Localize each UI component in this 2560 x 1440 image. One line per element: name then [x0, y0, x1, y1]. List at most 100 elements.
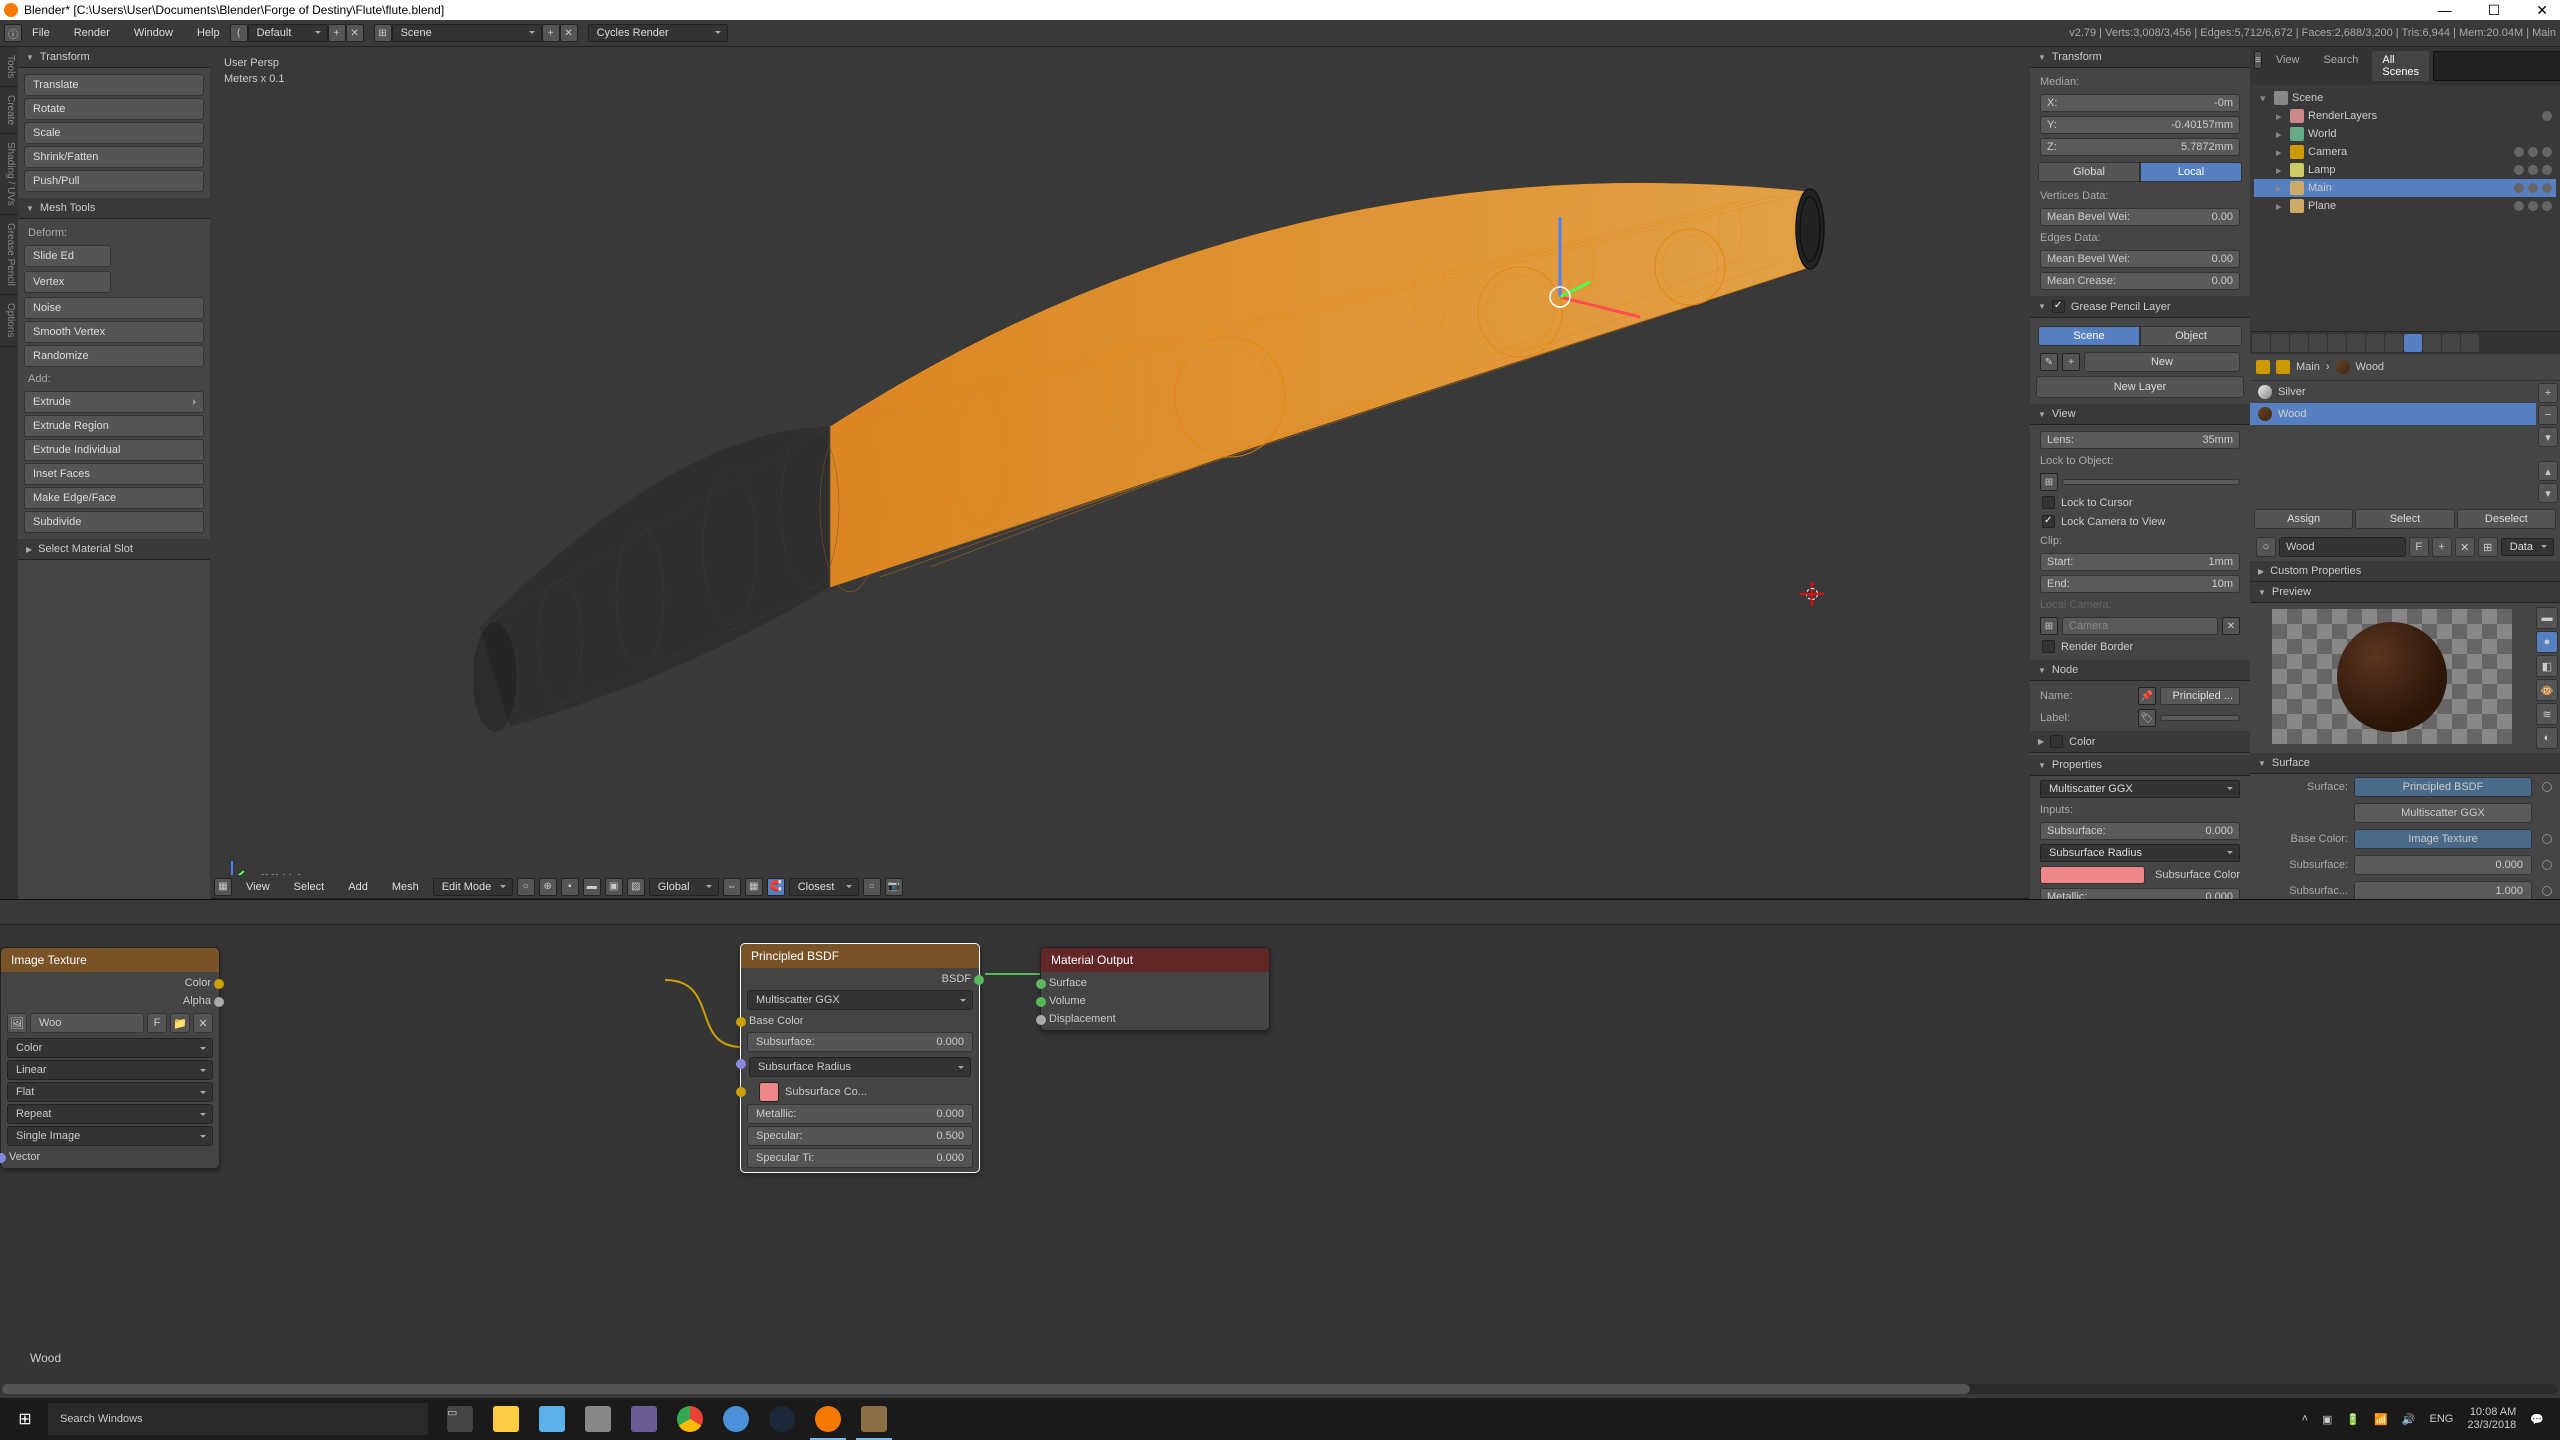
alpha-output-socket[interactable] [214, 997, 224, 1007]
tab-tools[interactable]: Tools [0, 47, 18, 87]
deselect-button[interactable]: Deselect [2457, 509, 2556, 529]
menu-help[interactable]: Help [187, 23, 230, 43]
tab-create[interactable]: Create [0, 87, 18, 134]
surface-input-socket[interactable] [1036, 979, 1046, 989]
outliner-item-renderlayers[interactable]: ▸RenderLayers [2254, 107, 2556, 125]
menu-file[interactable]: File [22, 23, 60, 43]
camera-clear-icon[interactable]: ✕ [2222, 617, 2240, 635]
vector-input-socket[interactable] [0, 1153, 6, 1163]
app2-icon[interactable] [714, 1398, 758, 1440]
layout-dropdown[interactable]: Default [248, 24, 328, 42]
push-pull-button[interactable]: Push/Pull [24, 170, 204, 192]
source-dropdown[interactable]: Single Image [7, 1126, 213, 1146]
cursor-toggle-icon[interactable] [2528, 201, 2538, 211]
outliner-type-icon[interactable]: ≡ [2254, 51, 2262, 69]
principled-ggx-dropdown[interactable]: Multiscatter GGX [747, 990, 973, 1010]
subsurface-socket-icon[interactable] [2542, 860, 2552, 870]
translate-button[interactable]: Translate [24, 74, 204, 96]
steam-icon[interactable] [760, 1398, 804, 1440]
slot-move-up-button[interactable]: ▴ [2538, 461, 2558, 481]
prop-tab-modifiers[interactable] [2366, 334, 2384, 352]
vp-menu-view[interactable]: View [236, 877, 280, 897]
snap-element-dropdown[interactable]: Closest [789, 878, 859, 896]
subrad-socket-icon[interactable] [2542, 886, 2552, 896]
vp-menu-add[interactable]: Add [338, 877, 378, 897]
noise-button[interactable]: Noise [24, 297, 204, 319]
outliner-item-scene[interactable]: ▾Scene [2254, 89, 2556, 107]
clip-end-field[interactable]: End:10m [2040, 575, 2240, 593]
color-output-socket[interactable] [214, 979, 224, 989]
extrude-button[interactable]: Extrude [24, 391, 204, 413]
mean-crease-field[interactable]: Mean Crease:0.00 [2040, 272, 2240, 290]
manipulator-toggle-icon[interactable]: ⇔ [723, 878, 741, 896]
node-editor[interactable]: Image Texture Color Alpha 🖼 Woo F 📁 ✕ Co… [0, 899, 2560, 1420]
slot-specials-button[interactable]: ▾ [2538, 427, 2558, 447]
mesh-tools-panel-header[interactable]: Mesh Tools [18, 198, 210, 219]
camera-field[interactable]: Camera [2062, 617, 2218, 635]
shading-mode-icon[interactable]: ○ [517, 878, 535, 896]
snap-toggle-icon[interactable]: 🧲 [767, 878, 785, 896]
extrude-region-button[interactable]: Extrude Region [24, 415, 204, 437]
cursor-toggle-icon[interactable] [2528, 147, 2538, 157]
node-metallic-field[interactable]: Metallic:0.000 [2040, 888, 2240, 899]
outliner-search-input[interactable] [2433, 51, 2560, 81]
shrink-fatten-button[interactable]: Shrink/Fatten [24, 146, 204, 168]
tray-up-icon[interactable]: ˄ [2302, 1413, 2308, 1425]
preview-header[interactable]: Preview [2250, 582, 2560, 603]
orientation-dropdown[interactable]: Global [649, 878, 719, 896]
node-label-icon[interactable]: 🏷 [2138, 709, 2156, 727]
vertex-button[interactable]: Vertex [24, 271, 111, 293]
menu-render[interactable]: Render [64, 23, 120, 43]
cursor-toggle-icon[interactable] [2528, 183, 2538, 193]
outliner-view-tab[interactable]: View [2266, 51, 2310, 81]
mat-unlink-button[interactable]: ✕ [2455, 537, 2475, 557]
battery-icon[interactable]: 🔋 [2346, 1413, 2360, 1426]
eye-toggle-icon[interactable] [2514, 201, 2524, 211]
prop-tab-world[interactable] [2309, 334, 2327, 352]
node-color-subheader[interactable]: Color [2030, 731, 2250, 753]
projection-dropdown[interactable]: Flat [7, 1082, 213, 1102]
scale-button[interactable]: Scale [24, 122, 204, 144]
surface-shader-dropdown[interactable]: Principled BSDF [2354, 777, 2532, 797]
global-toggle[interactable]: Global [2038, 162, 2140, 182]
lock-cursor-checkbox[interactable] [2042, 496, 2055, 509]
node-scrollbar[interactable] [2, 1384, 2558, 1394]
prop-tab-render[interactable] [2252, 334, 2270, 352]
extension-dropdown[interactable]: Repeat [7, 1104, 213, 1124]
tab-shading[interactable]: Shading / UVs [0, 134, 18, 215]
camera-toggle-icon[interactable] [2542, 183, 2552, 193]
scene-browse-button[interactable]: ⊞ [374, 24, 392, 42]
mat-new-button[interactable]: + [2432, 537, 2452, 557]
preview-monkey-icon[interactable]: 🐵 [2536, 679, 2558, 701]
prop-tab-data[interactable] [2385, 334, 2403, 352]
lock-camera-checkbox[interactable] [2042, 515, 2055, 528]
gp-scene-toggle[interactable]: Scene [2038, 326, 2140, 346]
mat-link-dropdown[interactable]: Data [2501, 538, 2554, 556]
eye-toggle-icon[interactable] [2514, 165, 2524, 175]
np-transform-header[interactable]: Transform [2030, 47, 2250, 68]
file-explorer-icon[interactable] [484, 1398, 528, 1440]
menu-window[interactable]: Window [124, 23, 183, 43]
tab-grease-pencil[interactable]: Grease Pencil [0, 215, 18, 295]
mat-fake-user-button[interactable]: F [2409, 537, 2429, 557]
notifications-icon[interactable]: 💬 [2530, 1413, 2544, 1426]
colorspace-dropdown[interactable]: Color [7, 1038, 213, 1058]
smooth-vertex-button[interactable]: Smooth Vertex [24, 321, 204, 343]
np-view-header[interactable]: View [2030, 404, 2250, 425]
outliner-item-camera[interactable]: ▸Camera [2254, 143, 2556, 161]
principled-metallic-field[interactable]: Metallic:0.000 [747, 1104, 973, 1124]
tab-options[interactable]: Options [0, 295, 18, 346]
editor-type-icon[interactable]: ⓘ [4, 24, 22, 42]
gp-plus-icon[interactable]: + [2062, 353, 2080, 371]
bsdf-output-socket[interactable] [974, 975, 984, 985]
outliner-search-tab[interactable]: Search [2314, 51, 2369, 81]
language-indicator[interactable]: ENG [2430, 1413, 2454, 1425]
preview-sphere-icon[interactable]: ● [2536, 631, 2558, 653]
subrad-input-socket[interactable] [736, 1059, 746, 1069]
render-preview-icon[interactable]: 📷 [885, 878, 903, 896]
basecolor-field[interactable]: Image Texture [2354, 829, 2532, 849]
prop-tab-constraints[interactable] [2347, 334, 2365, 352]
principled-bsdf-node[interactable]: Principled BSDF BSDF Multiscatter GGX Ba… [740, 943, 980, 1173]
basecolor-input-socket[interactable] [736, 1017, 746, 1027]
pivot-icon[interactable]: ⊕ [539, 878, 557, 896]
